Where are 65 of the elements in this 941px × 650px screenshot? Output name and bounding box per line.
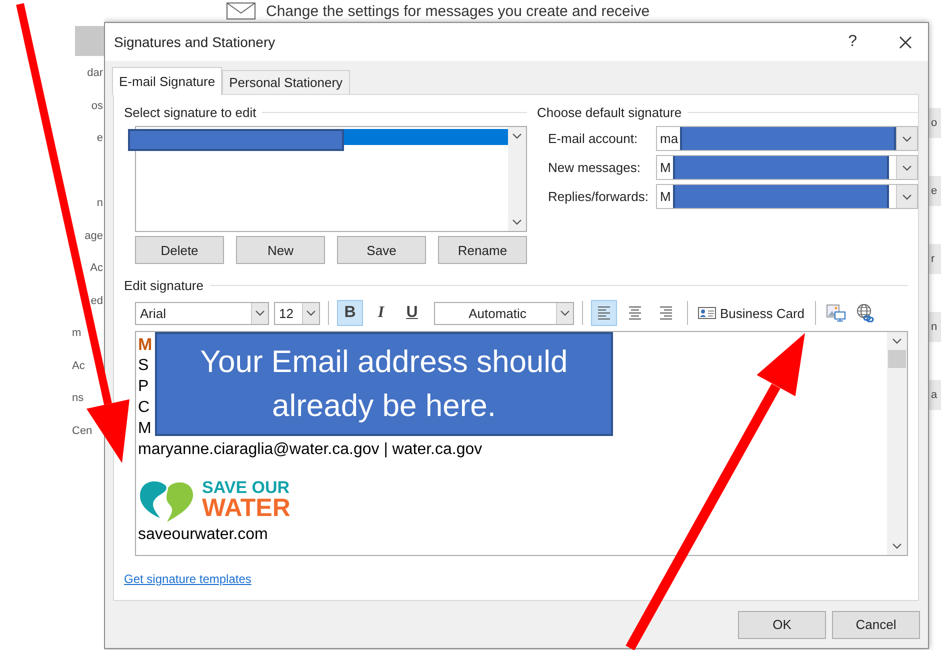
account-dropdown[interactable]: M: [656, 184, 918, 209]
align-right-icon: [658, 305, 674, 321]
font-dropdown[interactable]: Arial: [135, 302, 269, 324]
scroll-down-icon: [892, 543, 902, 549]
dialog-button[interactable]: OK: [738, 610, 826, 638]
field-label: New messages:: [548, 160, 642, 175]
settings-description: Change the settings for messages you create and receive: [266, 2, 650, 20]
contact-card-icon: [698, 307, 716, 319]
signature-button[interactable]: Rename: [438, 236, 527, 264]
annotation-callout: Your Email address should already be here.: [155, 332, 613, 436]
templates-link[interactable]: Get signature templates: [124, 572, 252, 586]
background-button[interactable]: a: [929, 380, 941, 410]
nav-item[interactable]: ns: [0, 388, 85, 420]
signature-button[interactable]: New: [236, 236, 325, 264]
nav-item[interactable]: age: [84, 226, 104, 258]
nav-item[interactable]: e: [96, 128, 104, 160]
account-dropdown[interactable]: ma: [656, 126, 918, 151]
nav-item[interactable]: ed: [90, 290, 104, 323]
color-dropdown[interactable]: Automatic: [434, 302, 574, 324]
signature-line: C: [138, 398, 150, 418]
signature-line: maryanne.ciaraglia@water.ca.gov | water.ca.gov: [138, 440, 482, 460]
background-button[interactable]: r: [929, 244, 941, 274]
tab[interactable]: Personal Stationery: [222, 70, 350, 94]
window-title: Signatures and Stationery: [114, 34, 276, 50]
align-center-icon: [627, 305, 643, 321]
align-left-icon: [596, 305, 612, 321]
business-card-button[interactable]: Business Card: [696, 304, 807, 322]
background-button[interactable]: e: [929, 176, 941, 206]
nav-item[interactable]: dar: [87, 63, 104, 96]
picture-icon[interactable]: [824, 302, 848, 324]
nav-item[interactable]: os: [91, 96, 104, 128]
scroll-down-icon: [512, 219, 522, 225]
signature-button[interactable]: Save: [337, 236, 426, 264]
signature-button[interactable]: Delete: [135, 236, 224, 264]
signature-line: M: [138, 419, 152, 439]
nav-item[interactable]: Ac: [90, 258, 104, 290]
format-button[interactable]: I: [368, 300, 394, 326]
signature-line: P: [138, 377, 149, 397]
signature-line: S: [138, 356, 149, 376]
section-label: Choose default signature: [537, 105, 682, 120]
section-label: Select signature to edit: [124, 105, 256, 120]
background-button[interactable]: n: [929, 312, 941, 342]
background-button[interactable]: o: [929, 108, 941, 138]
align-button[interactable]: [591, 300, 617, 326]
dialog-button[interactable]: Cancel: [832, 610, 920, 638]
website-text: saveourwater.com: [138, 525, 269, 545]
field-label: E-mail account:: [548, 131, 639, 146]
nav-item[interactable]: m: [0, 323, 82, 356]
account-dropdown[interactable]: M: [656, 155, 918, 180]
nav-item[interactable]: n: [96, 193, 104, 226]
nav-item[interactable]: Cen: [0, 420, 94, 453]
section-label: Edit signature: [124, 278, 204, 293]
field-label: Replies/forwards:: [548, 189, 650, 204]
close-icon[interactable]: [899, 36, 912, 48]
format-button[interactable]: B: [337, 300, 363, 326]
help-button[interactable]: ?: [848, 33, 857, 51]
nav-item[interactable]: Ac: [0, 356, 86, 388]
signature-line: M: [138, 334, 152, 355]
logo: SAVE OUR WATER: [138, 478, 885, 522]
nav-highlight: [75, 26, 104, 56]
format-button[interactable]: U: [399, 300, 425, 326]
tab[interactable]: E-mail Signature: [112, 67, 222, 95]
scrollbar-thumb[interactable]: [888, 350, 906, 368]
font-size-dropdown[interactable]: 12: [274, 302, 320, 324]
envelope-icon: [226, 2, 256, 20]
